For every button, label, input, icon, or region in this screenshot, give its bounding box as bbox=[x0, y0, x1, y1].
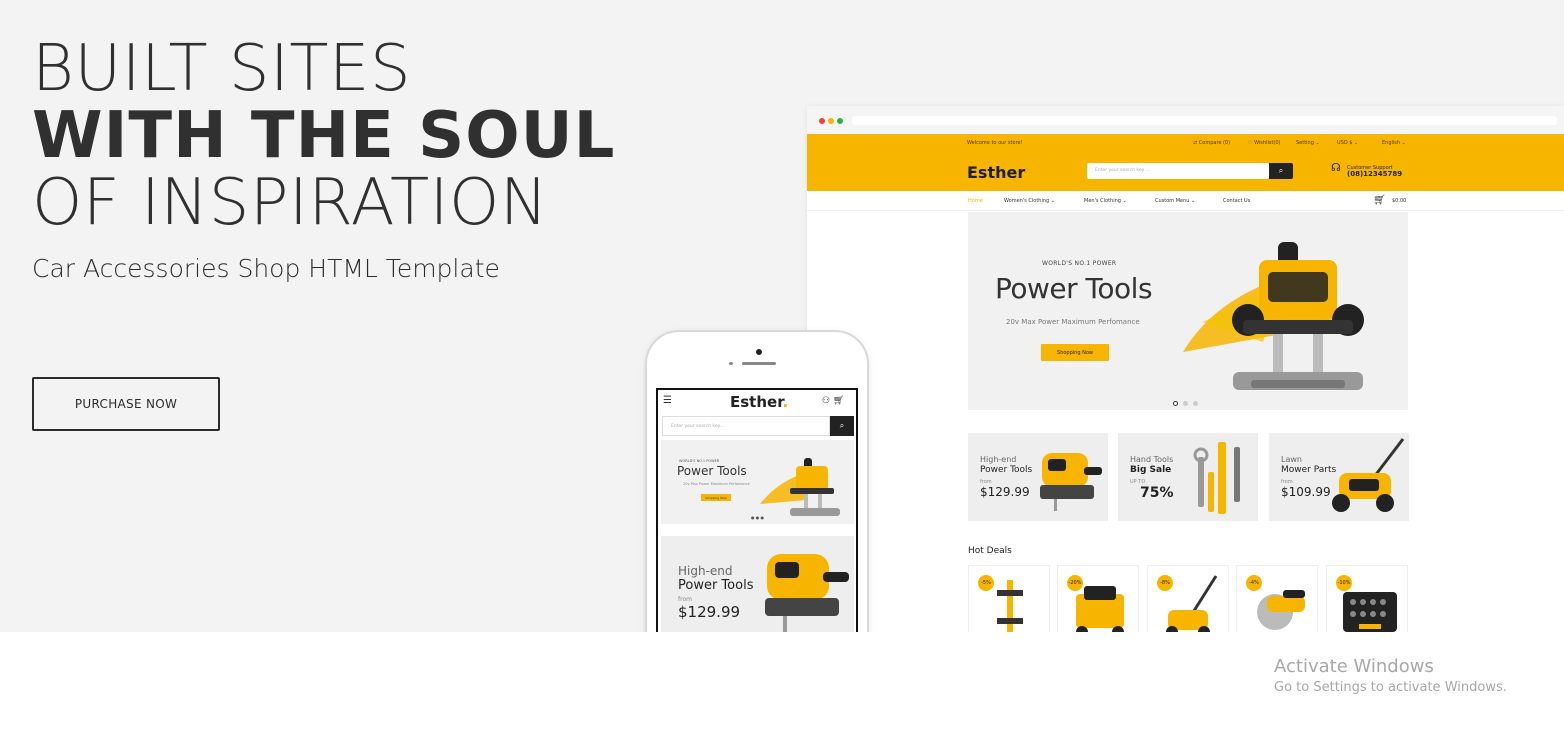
welcome-text: Welcome to our store! bbox=[967, 140, 1023, 146]
deal-card[interactable]: -8% bbox=[1147, 565, 1229, 632]
close-dot-icon bbox=[819, 118, 825, 124]
nav-mens-clothing[interactable]: Men's Clothing ⌄ bbox=[1084, 198, 1127, 204]
banner-price: 75% bbox=[1140, 485, 1174, 501]
banner-line3: from bbox=[678, 596, 692, 603]
cart-icon[interactable]: 🛒︎ bbox=[1373, 195, 1386, 206]
jigsaw-icon bbox=[765, 554, 849, 632]
toolbox-icon bbox=[1343, 592, 1397, 632]
jigsaw-icon bbox=[1040, 453, 1102, 511]
banner-line1: Hand Tools bbox=[1130, 455, 1174, 464]
hero-slider: WORLD'S NO.1 POWER Power Tools 20v Max P… bbox=[968, 212, 1408, 410]
search-icon[interactable]: ⌕ bbox=[1269, 163, 1293, 179]
hot-deals-title: Hot Deals bbox=[968, 546, 1012, 556]
language-dropdown[interactable]: English ⌄ bbox=[1382, 140, 1406, 146]
activate-windows-title: Activate Windows bbox=[1274, 656, 1434, 677]
mobile-header-icons: ⚇ 🛒︎ bbox=[822, 396, 844, 406]
banner-mower-parts[interactable]: Lawn Mower Parts from $109.99 bbox=[1269, 433, 1409, 521]
desktop-preview: Welcome to our store! ⇄ Compare (0) ♡ Wi… bbox=[807, 106, 1564, 632]
compare-link[interactable]: ⇄ Compare (0) bbox=[1193, 140, 1230, 146]
minimize-dot-icon bbox=[828, 118, 834, 124]
mobile-preview: ☰ Esther. ⚇ 🛒︎ Enter your search key... … bbox=[645, 330, 869, 632]
lawn-mower-icon bbox=[1166, 575, 1218, 632]
speaker-icon bbox=[742, 362, 776, 365]
shopping-now-button[interactable]: Shopping Now bbox=[701, 494, 731, 501]
banner-line1: Lawn bbox=[1281, 455, 1302, 464]
banner-line2: Power Tools bbox=[980, 465, 1033, 475]
shopping-now-button[interactable]: Shopping Now bbox=[1041, 344, 1109, 361]
address-bar bbox=[852, 116, 1557, 125]
cart-total: $0.00 bbox=[1392, 198, 1407, 204]
slider-title: Power Tools bbox=[677, 464, 747, 478]
mobile-screen: ☰ Esther. ⚇ 🛒︎ Enter your search key... … bbox=[656, 388, 858, 632]
wishlist-link[interactable]: ♡ Wishlist(0) bbox=[1248, 140, 1281, 146]
store-logo[interactable]: Esther bbox=[967, 163, 1025, 182]
setting-dropdown[interactable]: Setting ⌄ bbox=[1296, 140, 1320, 146]
maximize-dot-icon bbox=[837, 118, 843, 124]
banner-power-tools[interactable]: High-end Power Tools from $129.99 bbox=[968, 433, 1108, 521]
banner-line1: High-end bbox=[980, 455, 1017, 464]
store-search-input[interactable]: Enter your search key ... bbox=[1087, 163, 1269, 179]
search-icon[interactable]: ⌕ bbox=[830, 416, 854, 436]
camera-icon bbox=[756, 349, 762, 355]
circular-saw-icon bbox=[1257, 590, 1305, 630]
slider-pagination[interactable]: ● ● ● bbox=[751, 515, 764, 520]
headset-icon: ☊ bbox=[1331, 161, 1341, 174]
banner-price: $129.99 bbox=[678, 603, 741, 621]
hero-headline-line-3: OF INSPIRATION bbox=[32, 166, 549, 240]
banner-hand-tools[interactable]: Hand Tools Big Sale UP TO 75% bbox=[1118, 433, 1258, 521]
windows-activation-watermark: Activate Windows Go to Settings to activ… bbox=[1274, 656, 1507, 695]
mobile-slider: WORLD'S NO.1 POWER Power Tools 20v Max P… bbox=[661, 440, 854, 524]
store-header: Esther Enter your search key ... ⌕ ☊ Cus… bbox=[807, 152, 1564, 191]
deal-card[interactable]: -5% bbox=[968, 565, 1050, 632]
banner-line2: Big Sale bbox=[1130, 465, 1172, 475]
purchase-now-button[interactable]: PURCHASE NOW bbox=[32, 377, 220, 431]
lawn-mower-icon bbox=[1332, 438, 1405, 512]
mobile-logo[interactable]: Esther. bbox=[730, 393, 788, 411]
slider-kicker: WORLD'S NO.1 POWER bbox=[1042, 260, 1117, 267]
activate-windows-message: Go to Settings to activate Windows. bbox=[1274, 680, 1507, 695]
banner-line1: High-end bbox=[678, 564, 733, 578]
deal-card[interactable]: -4% bbox=[1236, 565, 1318, 632]
hero-headline-line-1: BUILT SITES bbox=[32, 32, 412, 106]
hero-headline-line-2: WITH THE SOUL bbox=[32, 99, 616, 173]
hero-section: BUILT SITES WITH THE SOUL OF INSPIRATION… bbox=[0, 0, 1564, 632]
deal-card[interactable]: -10% bbox=[1326, 565, 1408, 632]
cart-icon[interactable]: 🛒︎ bbox=[833, 396, 844, 406]
generator-icon bbox=[1076, 586, 1124, 632]
hamburger-menu-icon[interactable]: ☰ bbox=[663, 395, 672, 406]
mobile-logo-dot: . bbox=[782, 393, 789, 411]
router-tool-illustration bbox=[760, 458, 840, 516]
slider-pagination[interactable] bbox=[1173, 391, 1203, 410]
currency-dropdown[interactable]: USD $ ⌄ bbox=[1337, 140, 1358, 146]
mobile-logo-text: Esther bbox=[730, 393, 783, 411]
nav-contact-us[interactable]: Contact Us bbox=[1223, 198, 1250, 204]
clamp-icon bbox=[997, 580, 1023, 632]
deal-card[interactable]: -20% bbox=[1057, 565, 1139, 632]
nav-home[interactable]: Home bbox=[968, 198, 983, 204]
slider-description: 20v Max Power Maximum Perfomance bbox=[1006, 318, 1140, 326]
sensor-icon bbox=[729, 362, 733, 365]
router-tool-illustration bbox=[1183, 242, 1364, 390]
store-nav: Home Women's Clothing ⌄ Men's Clothing ⌄… bbox=[807, 191, 1564, 211]
nav-custom-menu[interactable]: Custom Menu ⌄ bbox=[1155, 198, 1195, 204]
wrench-icon bbox=[1193, 442, 1240, 514]
hero-subtitle: Car Accessories Shop HTML Template bbox=[32, 254, 500, 283]
user-icon[interactable]: ⚇ bbox=[822, 396, 830, 406]
mobile-search-input[interactable]: Enter your search key... bbox=[662, 416, 830, 436]
banner-price: $129.99 bbox=[980, 485, 1030, 499]
slider-description: 20v Max Power Maximum Perfomance bbox=[683, 482, 750, 486]
support-phone: (08)12345789 bbox=[1347, 170, 1403, 178]
mobile-banner-power-tools[interactable]: High-end Power Tools from $129.99 bbox=[661, 536, 854, 632]
slider-kicker: WORLD'S NO.1 POWER bbox=[679, 459, 720, 463]
store-topbar: Welcome to our store! ⇄ Compare (0) ♡ Wi… bbox=[807, 134, 1564, 152]
slider-title: Power Tools bbox=[995, 272, 1153, 305]
customer-support: ☊ Customer Support (08)12345789 bbox=[1331, 162, 1403, 178]
banner-line2: Power Tools bbox=[678, 578, 754, 593]
nav-womens-clothing[interactable]: Women's Clothing ⌄ bbox=[1004, 198, 1055, 204]
browser-chrome bbox=[807, 106, 1564, 134]
